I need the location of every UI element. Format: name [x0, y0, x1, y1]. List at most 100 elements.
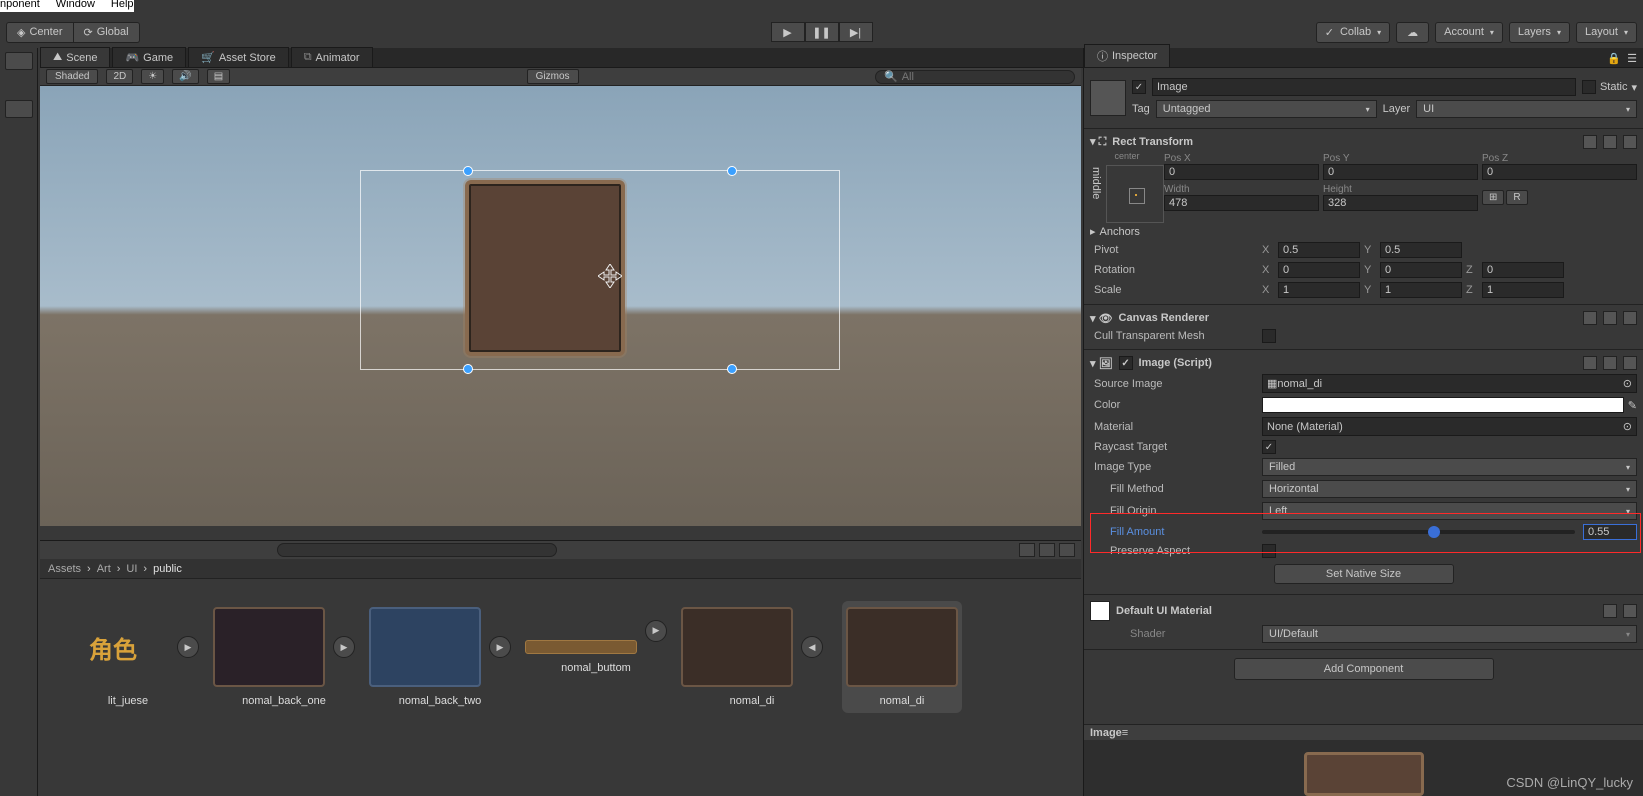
asset-item[interactable]: 角色▶ lit_juese: [68, 607, 188, 707]
fill-amount-input[interactable]: [1583, 524, 1637, 540]
rot-y-input[interactable]: [1380, 262, 1462, 278]
asset-item-selected[interactable]: nomal_di: [842, 601, 962, 713]
image-type-dropdown[interactable]: Filled: [1262, 458, 1637, 476]
shader-dropdown[interactable]: UI/Default: [1262, 625, 1637, 643]
audio-toggle[interactable]: 🔊: [172, 69, 198, 84]
cull-mesh-checkbox[interactable]: [1262, 329, 1276, 343]
step-button[interactable]: ▶|: [839, 22, 873, 42]
pos-y-input[interactable]: [1323, 164, 1478, 180]
preview-header[interactable]: Image ≡: [1084, 724, 1643, 740]
scale-x-input[interactable]: [1278, 282, 1360, 298]
rect-handle-bottom-right[interactable]: [727, 364, 737, 374]
rect-handle-top-right[interactable]: [727, 166, 737, 176]
collab-dropdown[interactable]: ✓ Collab: [1316, 22, 1390, 43]
gear-icon[interactable]: [1623, 311, 1637, 325]
play-button[interactable]: ▶: [771, 22, 805, 42]
scene-viewport[interactable]: [40, 86, 1081, 526]
hierarchy-create[interactable]: [5, 52, 33, 70]
anchors-foldout[interactable]: ▸ Anchors: [1090, 223, 1637, 240]
add-component-button[interactable]: Add Component: [1234, 658, 1494, 680]
scale-z-input[interactable]: [1482, 282, 1564, 298]
lock-icon[interactable]: 🔒: [1607, 52, 1621, 65]
pos-x-input[interactable]: [1164, 164, 1319, 180]
rotation-global-button[interactable]: ⟳ Global: [74, 22, 140, 43]
asset-expand-icon[interactable]: ▶: [489, 636, 511, 658]
gear-icon[interactable]: [1623, 356, 1637, 370]
width-input[interactable]: [1164, 195, 1319, 211]
gameobject-icon[interactable]: [1090, 80, 1126, 116]
move-gizmo-icon[interactable]: [598, 264, 622, 288]
pivot-center-button[interactable]: ◈ Center: [6, 22, 74, 43]
pivot-y-input[interactable]: [1380, 242, 1462, 258]
preset-icon[interactable]: [1603, 135, 1617, 149]
asset-expand-icon[interactable]: ▶: [645, 620, 667, 642]
anchor-preset-button[interactable]: [1106, 165, 1164, 223]
shading-mode-dropdown[interactable]: Shaded: [46, 69, 98, 84]
fill-method-dropdown[interactable]: Horizontal: [1262, 480, 1637, 498]
height-input[interactable]: [1323, 195, 1478, 211]
raycast-target-checkbox[interactable]: ✓: [1262, 440, 1276, 454]
fx-toggle[interactable]: ▤: [207, 69, 230, 84]
component-foldout[interactable]: ▾ 🖼 ✓ Image (Script): [1090, 354, 1637, 372]
raw-edit-icon[interactable]: R: [1506, 190, 1527, 205]
rot-x-input[interactable]: [1278, 262, 1360, 278]
tab-game[interactable]: 🎮 Game: [112, 47, 186, 67]
mode-2d-toggle[interactable]: 2D: [106, 69, 133, 84]
source-image-field[interactable]: ▦ nomal_di⊙: [1262, 374, 1637, 393]
tab-inspector[interactable]: ⓘ Inspector: [1084, 44, 1170, 67]
fill-amount-slider[interactable]: [1262, 530, 1575, 534]
menu-help[interactable]: Help: [111, 0, 134, 12]
tab-asset-store[interactable]: 🛒 Asset Store: [188, 47, 289, 67]
component-foldout[interactable]: ▾ 👁 Canvas Renderer: [1090, 309, 1637, 327]
preserve-aspect-checkbox[interactable]: [1262, 544, 1276, 558]
static-checkbox[interactable]: [1582, 80, 1596, 94]
tab-scene[interactable]: ⛰ Scene: [40, 47, 110, 67]
tab-animator[interactable]: ⧉ Animator: [291, 47, 373, 67]
menu-window[interactable]: Window: [56, 0, 95, 12]
gameobject-name-input[interactable]: [1152, 78, 1576, 96]
lighting-toggle[interactable]: ☀: [141, 69, 164, 84]
scale-y-input[interactable]: [1380, 282, 1462, 298]
menu-component[interactable]: nponent: [0, 0, 40, 12]
gear-icon[interactable]: [1623, 604, 1637, 618]
account-dropdown[interactable]: Account: [1435, 22, 1503, 43]
label-icon[interactable]: [1039, 543, 1055, 557]
pivot-x-input[interactable]: [1278, 242, 1360, 258]
asset-expand-icon[interactable]: ◀: [801, 636, 823, 658]
layer-dropdown[interactable]: UI: [1416, 100, 1637, 118]
fill-origin-dropdown[interactable]: Left: [1262, 502, 1637, 520]
asset-item[interactable]: ▶ nomal_buttom: [536, 607, 656, 674]
layout-dropdown[interactable]: Layout: [1576, 22, 1637, 43]
image-enabled-checkbox[interactable]: ✓: [1119, 356, 1133, 370]
help-icon[interactable]: [1583, 356, 1597, 370]
gizmos-dropdown[interactable]: Gizmos: [527, 69, 579, 84]
asset-item[interactable]: ▶ nomal_back_two: [380, 607, 500, 707]
asset-expand-icon[interactable]: ▶: [333, 636, 355, 658]
rect-handle-bottom-left[interactable]: [463, 364, 473, 374]
filter-icon[interactable]: [1019, 543, 1035, 557]
set-native-size-button[interactable]: Set Native Size: [1274, 564, 1454, 584]
help-icon[interactable]: [1583, 135, 1597, 149]
gear-icon[interactable]: [1623, 135, 1637, 149]
favorite-icon[interactable]: [1059, 543, 1075, 557]
asset-expand-icon[interactable]: ▶: [177, 636, 199, 658]
help-icon[interactable]: [1583, 311, 1597, 325]
pos-z-input[interactable]: [1482, 164, 1637, 180]
project-breadcrumb[interactable]: Assets › Art › UI › public: [40, 559, 1081, 579]
asset-item[interactable]: ◀ nomal_di: [692, 607, 812, 707]
panel-menu-icon[interactable]: ☰: [1627, 52, 1637, 65]
tag-dropdown[interactable]: Untagged: [1156, 100, 1377, 118]
layers-dropdown[interactable]: Layers: [1509, 22, 1570, 43]
asset-item[interactable]: ▶ nomal_back_one: [224, 607, 344, 707]
preset-icon[interactable]: [1603, 311, 1617, 325]
rect-handle-top-left[interactable]: [463, 166, 473, 176]
color-field[interactable]: [1262, 397, 1624, 413]
cloud-button[interactable]: ☁: [1396, 22, 1429, 43]
pause-button[interactable]: ❚❚: [805, 22, 839, 42]
eyedropper-icon[interactable]: ✎: [1628, 399, 1637, 412]
help-icon[interactable]: [1603, 604, 1617, 618]
gameobject-active-checkbox[interactable]: ✓: [1132, 80, 1146, 94]
hierarchy-collapse[interactable]: [5, 100, 33, 118]
scene-search-input[interactable]: 🔍 All: [875, 70, 1075, 84]
component-foldout[interactable]: ▾ ⛶ Rect Transform: [1090, 133, 1637, 151]
